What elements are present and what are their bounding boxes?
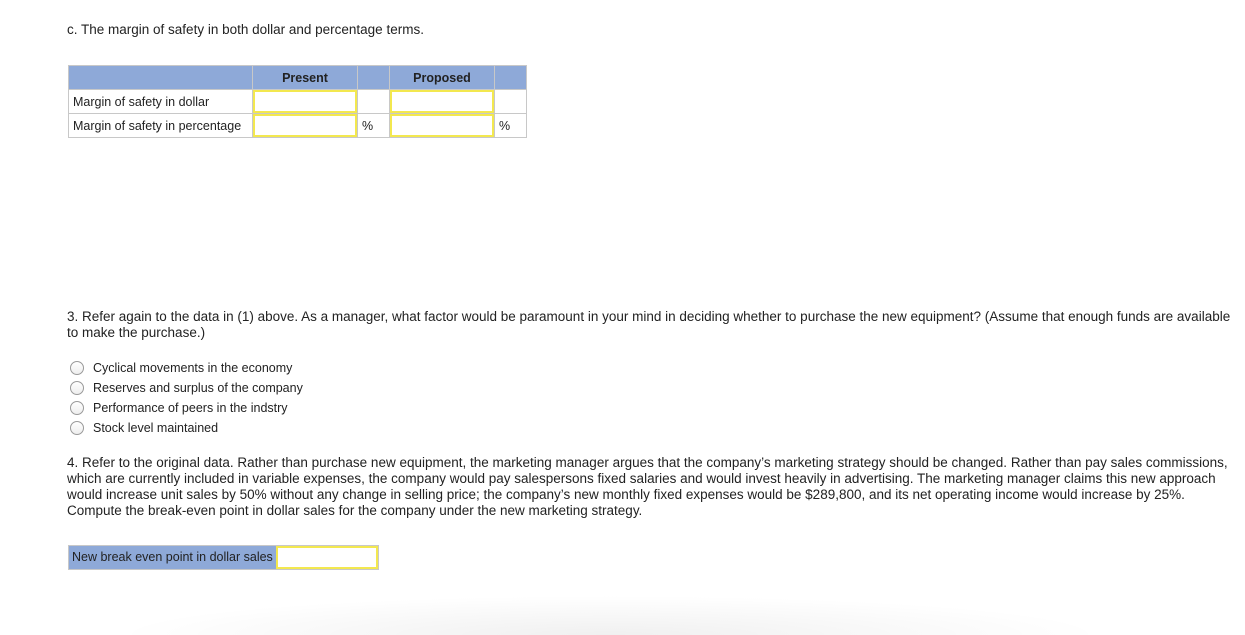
bottom-shadow [110,595,1110,635]
option-label: Cyclical movements in the economy [93,361,293,375]
option-cyclical-movements[interactable]: Cyclical movements in the economy [70,358,303,378]
break-even-label: New break even point in dollar sales [69,546,276,569]
header-proposed: Proposed [389,65,495,90]
header-unit-proposed [494,65,527,90]
question-3-text: 3. Refer again to the data in (1) above.… [67,309,1231,340]
proposed-dollar-unit [494,89,527,114]
question-4-text: 4. Refer to the original data. Rather th… [67,455,1228,518]
table-row: Margin of safety in percentage % % [68,113,527,138]
present-dollar-unit [357,89,390,114]
break-even-input[interactable] [275,546,378,569]
option-stock-level[interactable]: Stock level maintained [70,418,303,438]
radio-button[interactable] [70,361,84,375]
row-label-percentage: Margin of safety in percentage [68,113,253,138]
option-reserves-surplus[interactable]: Reserves and surplus of the company [70,378,303,398]
table-header-row: Present Proposed [68,65,527,90]
option-performance-peers[interactable]: Performance of peers in the indstry [70,398,303,418]
header-unit-present [357,65,390,90]
present-percentage-unit: % [357,113,390,138]
present-percentage-input[interactable] [253,114,357,137]
option-label: Performance of peers in the indstry [93,401,288,415]
proposed-dollar-input[interactable] [390,90,494,113]
present-dollar-input[interactable] [253,90,357,113]
table-row: Margin of safety in dollar [68,89,527,114]
header-blank [68,65,253,90]
option-label: Stock level maintained [93,421,219,435]
radio-button[interactable] [70,401,84,415]
row-label-dollar: Margin of safety in dollar [68,89,253,114]
radio-button[interactable] [70,381,84,395]
margin-of-safety-table: Present Proposed Margin of safety in dol… [68,65,527,138]
option-label: Reserves and surplus of the company [93,381,303,395]
break-even-answer-row: New break even point in dollar sales [68,545,379,570]
part-c-heading: c. The margin of safety in both dollar a… [67,22,424,37]
radio-button[interactable] [70,421,84,435]
header-present: Present [252,65,358,90]
proposed-percentage-unit: % [494,113,527,138]
question-3-options: Cyclical movements in the economy Reserv… [70,358,303,438]
proposed-percentage-input[interactable] [390,114,494,137]
